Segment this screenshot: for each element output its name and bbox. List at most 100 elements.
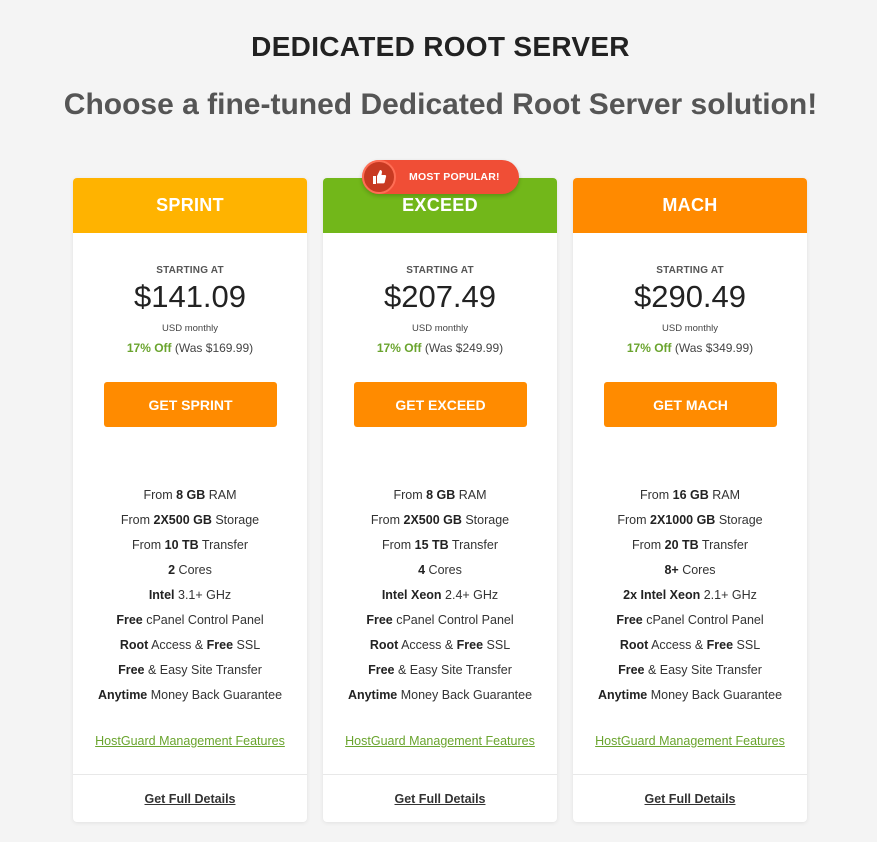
- feature-item: Intel 3.1+ GHz: [73, 585, 307, 610]
- feature-suffix: Transfer: [698, 538, 748, 552]
- pricing-plans: SPRINT STARTING AT $141.09 USD monthly 17% O…: [0, 0, 877, 842]
- hostguard-features-link[interactable]: HostGuard Management Features: [73, 734, 307, 748]
- hostguard-features-link[interactable]: HostGuard Management Features: [323, 734, 557, 748]
- feature-item: Root Access & Free SSL: [73, 635, 307, 660]
- was-prefix: (Was: [674, 341, 706, 355]
- feature-list: From 8 GB RAM From 2X500 GB Storage From 1…: [323, 485, 557, 710]
- feature-highlight: 10 TB: [164, 538, 199, 552]
- feature-suffix: RAM: [455, 488, 487, 502]
- feature-highlight: Anytime: [597, 688, 648, 702]
- feature-highlight-2: Free: [706, 638, 734, 652]
- feature-suffix: Transfer: [448, 538, 498, 552]
- plan-card-sprint: SPRINT STARTING AT $141.09 USD monthly 17% O…: [73, 178, 307, 822]
- feature-middle: Access &: [148, 638, 207, 652]
- feature-item: Root Access & Free SSL: [573, 635, 807, 660]
- price-period: USD monthly: [662, 323, 718, 334]
- feature-suffix: Storage: [211, 513, 260, 527]
- was-suffix: ): [749, 341, 754, 355]
- plan-name: MACH: [573, 178, 807, 233]
- feature-highlight: 8 GB: [426, 488, 456, 502]
- feature-suffix: 2.4+ GHz: [441, 588, 499, 602]
- feature-prefix: From: [120, 513, 154, 527]
- feature-highlight: Root: [369, 638, 399, 652]
- feature-suffix: Storage: [461, 513, 510, 527]
- discount-percent: 17% Off: [626, 341, 672, 355]
- plan-card-mach: MACH STARTING AT $290.49 USD monthly 17% Off…: [573, 178, 807, 822]
- feature-highlight: Anytime: [347, 688, 398, 702]
- feature-suffix: Storage: [715, 513, 763, 527]
- plan-card-exceed: EXCEED STARTING AT $207.49 USD monthly 17% O…: [323, 178, 557, 822]
- hostguard-features-link[interactable]: HostGuard Management Features: [573, 734, 807, 748]
- feature-highlight: Free: [366, 613, 393, 627]
- feature-suffix: Cores: [175, 563, 212, 577]
- feature-middle: Access &: [398, 638, 457, 652]
- feature-suffix: cPanel Control Panel: [142, 613, 264, 627]
- was-suffix: ): [499, 341, 504, 355]
- feature-suffix: 2.1+ GHz: [700, 588, 757, 602]
- feature-highlight: Intel: [148, 588, 175, 602]
- feature-suffix: Money Back Guarantee: [397, 688, 533, 702]
- divider: [323, 774, 557, 775]
- feature-suffix: Cores: [425, 563, 462, 577]
- feature-item: Root Access & Free SSL: [323, 635, 557, 660]
- feature-item: From 20 TB Transfer: [573, 535, 807, 560]
- was-suffix: ): [249, 341, 254, 355]
- feature-item: Free & Easy Site Transfer: [73, 660, 307, 685]
- was-price: $249.99: [455, 341, 500, 355]
- feature-suffix: SSL: [483, 638, 511, 652]
- was-prefix: (Was: [174, 341, 206, 355]
- feature-suffix: & Easy Site Transfer: [144, 663, 262, 677]
- feature-highlight: Free: [116, 613, 143, 627]
- feature-middle: Access &: [648, 638, 707, 652]
- feature-suffix: RAM: [205, 488, 237, 502]
- feature-highlight: 16 GB: [672, 488, 709, 502]
- starting-at-label: STARTING AT: [656, 265, 724, 276]
- divider: [573, 774, 807, 775]
- feature-item: 4 Cores: [323, 560, 557, 585]
- feature-suffix: SSL: [733, 638, 761, 652]
- feature-item: Free cPanel Control Panel: [573, 610, 807, 635]
- feature-suffix: & Easy Site Transfer: [394, 663, 512, 677]
- feature-highlight: Free: [616, 613, 643, 627]
- feature-suffix: Money Back Guarantee: [647, 688, 783, 702]
- feature-item: Free & Easy Site Transfer: [323, 660, 557, 685]
- get-full-details-link[interactable]: Get Full Details: [73, 792, 307, 806]
- feature-item: Anytime Money Back Guarantee: [323, 685, 557, 710]
- feature-list: From 8 GB RAM From 2X500 GB Storage From 1…: [73, 485, 307, 710]
- feature-highlight: 8+: [664, 563, 679, 577]
- feature-prefix: From: [631, 538, 665, 552]
- plan-price: $207.49: [383, 279, 497, 314]
- feature-item: Anytime Money Back Guarantee: [573, 685, 807, 710]
- get-full-details-link[interactable]: Get Full Details: [573, 792, 807, 806]
- feature-suffix: cPanel Control Panel: [392, 613, 514, 627]
- feature-item: 2x Intel Xeon 2.1+ GHz: [573, 585, 807, 610]
- discount-percent: 17% Off: [126, 341, 172, 355]
- get-full-details-link[interactable]: Get Full Details: [323, 792, 557, 806]
- feature-highlight: Anytime: [97, 688, 148, 702]
- most-popular-label: MOST POPULAR!: [409, 171, 500, 183]
- feature-highlight: 20 TB: [664, 538, 699, 552]
- was-price: $169.99: [205, 341, 250, 355]
- discount-line: 17% Off (Was $349.99): [573, 341, 807, 355]
- feature-suffix: 3.1+ GHz: [174, 588, 232, 602]
- feature-item: Intel Xeon 2.4+ GHz: [323, 585, 557, 610]
- feature-item: Free cPanel Control Panel: [323, 610, 557, 635]
- feature-item: From 16 GB RAM: [573, 485, 807, 510]
- get-exceed-button[interactable]: GET EXCEED: [354, 382, 527, 427]
- price-period: USD monthly: [412, 323, 468, 334]
- feature-suffix: & Easy Site Transfer: [644, 663, 762, 677]
- feature-suffix: Cores: [678, 563, 716, 577]
- feature-highlight: 8 GB: [176, 488, 206, 502]
- was-price: $349.99: [705, 341, 750, 355]
- feature-suffix: RAM: [708, 488, 741, 502]
- feature-suffix: Money Back Guarantee: [147, 688, 283, 702]
- feature-suffix: SSL: [233, 638, 261, 652]
- feature-highlight: 2x Intel Xeon: [623, 588, 701, 602]
- get-sprint-button[interactable]: GET SPRINT: [104, 382, 277, 427]
- feature-highlight: Root: [119, 638, 149, 652]
- get-mach-button[interactable]: GET MACH: [604, 382, 777, 427]
- plan-price: $290.49: [633, 279, 747, 314]
- feature-item: 2 Cores: [73, 560, 307, 585]
- feature-item: From 2X500 GB Storage: [323, 510, 557, 535]
- feature-highlight: Root: [619, 638, 649, 652]
